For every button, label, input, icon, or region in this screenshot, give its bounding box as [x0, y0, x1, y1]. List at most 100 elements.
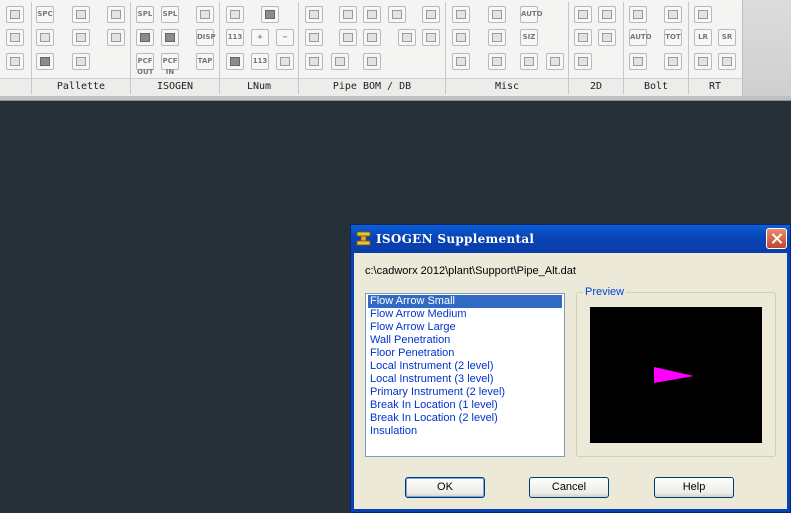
panel-label-pallette[interactable]: Pallette	[32, 80, 130, 94]
glyph	[578, 57, 588, 66]
minus-icon[interactable]: −	[276, 29, 294, 46]
diagonal-icon[interactable]	[488, 29, 506, 46]
plus-icon[interactable]: +	[251, 29, 269, 46]
glyph	[492, 33, 502, 42]
table-icon[interactable]	[36, 29, 54, 46]
bolt-chain-icon[interactable]	[664, 53, 682, 70]
list-item[interactable]: Local Instrument (2 level)	[368, 360, 562, 373]
reroute-icon[interactable]	[6, 29, 24, 46]
list-item[interactable]: Local Instrument (3 level)	[368, 373, 562, 386]
list-item[interactable]: Insulation	[368, 425, 562, 438]
panel-label-misc[interactable]: Misc	[446, 80, 568, 94]
bom-four-icon[interactable]	[331, 53, 349, 70]
eye-icon[interactable]	[574, 29, 592, 46]
hand-support-icon[interactable]	[546, 53, 564, 70]
panel-label-isogen[interactable]: ISOGEN	[131, 80, 219, 94]
triangle-icon[interactable]	[107, 6, 125, 23]
panel-label-2d[interactable]: 2D	[569, 80, 623, 94]
export-icon[interactable]	[339, 29, 357, 46]
tray-two-icon[interactable]	[161, 29, 179, 46]
bolt-total-icon[interactable]: TOT	[664, 29, 682, 46]
list-item[interactable]: Wall Penetration	[368, 334, 562, 347]
grid-expand-icon[interactable]	[452, 29, 470, 46]
glyph	[309, 10, 319, 19]
glyph	[40, 57, 50, 66]
rt-plus-icon[interactable]	[694, 53, 712, 70]
rt-plus-two-icon[interactable]	[718, 53, 736, 70]
bolt-arrow-icon[interactable]	[629, 6, 647, 23]
ok-button[interactable]: OK	[405, 477, 485, 498]
cancel-button[interactable]: Cancel	[529, 477, 609, 498]
list-item[interactable]: Break In Location (2 level)	[368, 412, 562, 425]
auto-label: AUTO	[521, 10, 543, 18]
glyph	[309, 33, 319, 42]
gear-icon[interactable]	[72, 6, 90, 23]
glyph	[524, 57, 534, 66]
document-icon[interactable]	[6, 53, 24, 70]
frame-icon[interactable]	[452, 53, 470, 70]
bolt-link-icon[interactable]	[629, 53, 647, 70]
list-item[interactable]: Flow Arrow Large	[368, 321, 562, 334]
auto-icon[interactable]: AUTO	[520, 6, 543, 23]
rt-lr-icon[interactable]: LR	[694, 29, 712, 46]
zoom-2d-icon[interactable]	[574, 53, 592, 70]
target-icon[interactable]	[363, 53, 381, 70]
line-number-icon[interactable]: 113	[226, 29, 244, 46]
list-doc-icon[interactable]	[422, 6, 440, 23]
list-item[interactable]: Break In Location (1 level)	[368, 399, 562, 412]
bolt-move-icon[interactable]	[664, 6, 682, 23]
symbol-listbox[interactable]: Flow Arrow Small Flow Arrow Medium Flow Ar…	[365, 293, 565, 457]
pcf-out-icon[interactable]: PCF OUT	[136, 53, 154, 76]
tile-icon[interactable]	[36, 53, 54, 70]
help-button[interactable]: Help	[654, 477, 734, 498]
dialog-titlebar[interactable]: ISOGEN Supplemental	[351, 225, 790, 253]
export-two-icon[interactable]	[363, 29, 381, 46]
tag-113-icon[interactable]: 113	[251, 53, 269, 70]
list-item[interactable]: Primary Instrument (2 level)	[368, 386, 562, 399]
hand-tag-icon[interactable]	[276, 53, 294, 70]
glyph	[602, 33, 612, 42]
assembly-icon[interactable]	[488, 6, 506, 23]
edit-doc-icon[interactable]	[422, 29, 440, 46]
bom-three-icon[interactable]	[305, 53, 323, 70]
panel-label-rt[interactable]: RT	[689, 80, 741, 94]
pencil-icon[interactable]	[196, 6, 214, 23]
db-two-icon[interactable]	[363, 6, 381, 23]
panel-label-bolt[interactable]: Bolt	[624, 80, 688, 94]
calculator-icon[interactable]	[226, 6, 244, 23]
bolt-auto-icon[interactable]: AUTO	[629, 29, 652, 46]
rt-sr-icon[interactable]: SR	[718, 29, 736, 46]
disp-icon[interactable]: DISP	[196, 29, 216, 46]
panel-label-lnum[interactable]: LNum	[220, 80, 298, 94]
tag-icon[interactable]	[226, 53, 244, 70]
list-item[interactable]: Floor Penetration	[368, 347, 562, 360]
pcf-in-icon[interactable]: PCF IN	[161, 53, 179, 76]
list-item[interactable]: Flow Arrow Small	[368, 295, 562, 308]
db-icon[interactable]	[339, 6, 357, 23]
panel-label-pipe-bom-db[interactable]: Pipe BOM / DB	[299, 80, 445, 94]
close-button[interactable]	[766, 228, 787, 249]
spec-icon[interactable]: SPC	[36, 6, 54, 23]
support-icon[interactable]	[520, 53, 538, 70]
list-item[interactable]: Flow Arrow Medium	[368, 308, 562, 321]
db-three-icon[interactable]	[388, 6, 406, 23]
tap-icon[interactable]: TAP	[196, 53, 214, 70]
spl-two-icon[interactable]: SPL	[161, 6, 179, 23]
tray-icon[interactable]	[136, 29, 154, 46]
bom-icon[interactable]	[305, 6, 323, 23]
copy-2d-icon[interactable]	[574, 6, 592, 23]
hand-icon[interactable]	[261, 6, 279, 23]
valve-icon[interactable]	[72, 29, 90, 46]
paste-2d-icon[interactable]	[598, 6, 616, 23]
edit-2d-icon[interactable]	[598, 29, 616, 46]
rt-two-icon[interactable]	[694, 6, 712, 23]
house-icon[interactable]	[107, 29, 125, 46]
misc-toggle-icon[interactable]	[452, 6, 470, 23]
isometric-icon[interactable]	[488, 53, 506, 70]
size-icon[interactable]: SIZ	[520, 29, 538, 46]
spl-icon[interactable]: SPL	[136, 6, 154, 23]
check-doc-icon[interactable]	[398, 29, 416, 46]
search-gear-icon[interactable]	[72, 53, 90, 70]
route-pipe-icon[interactable]	[6, 6, 24, 23]
bom-two-icon[interactable]	[305, 29, 323, 46]
